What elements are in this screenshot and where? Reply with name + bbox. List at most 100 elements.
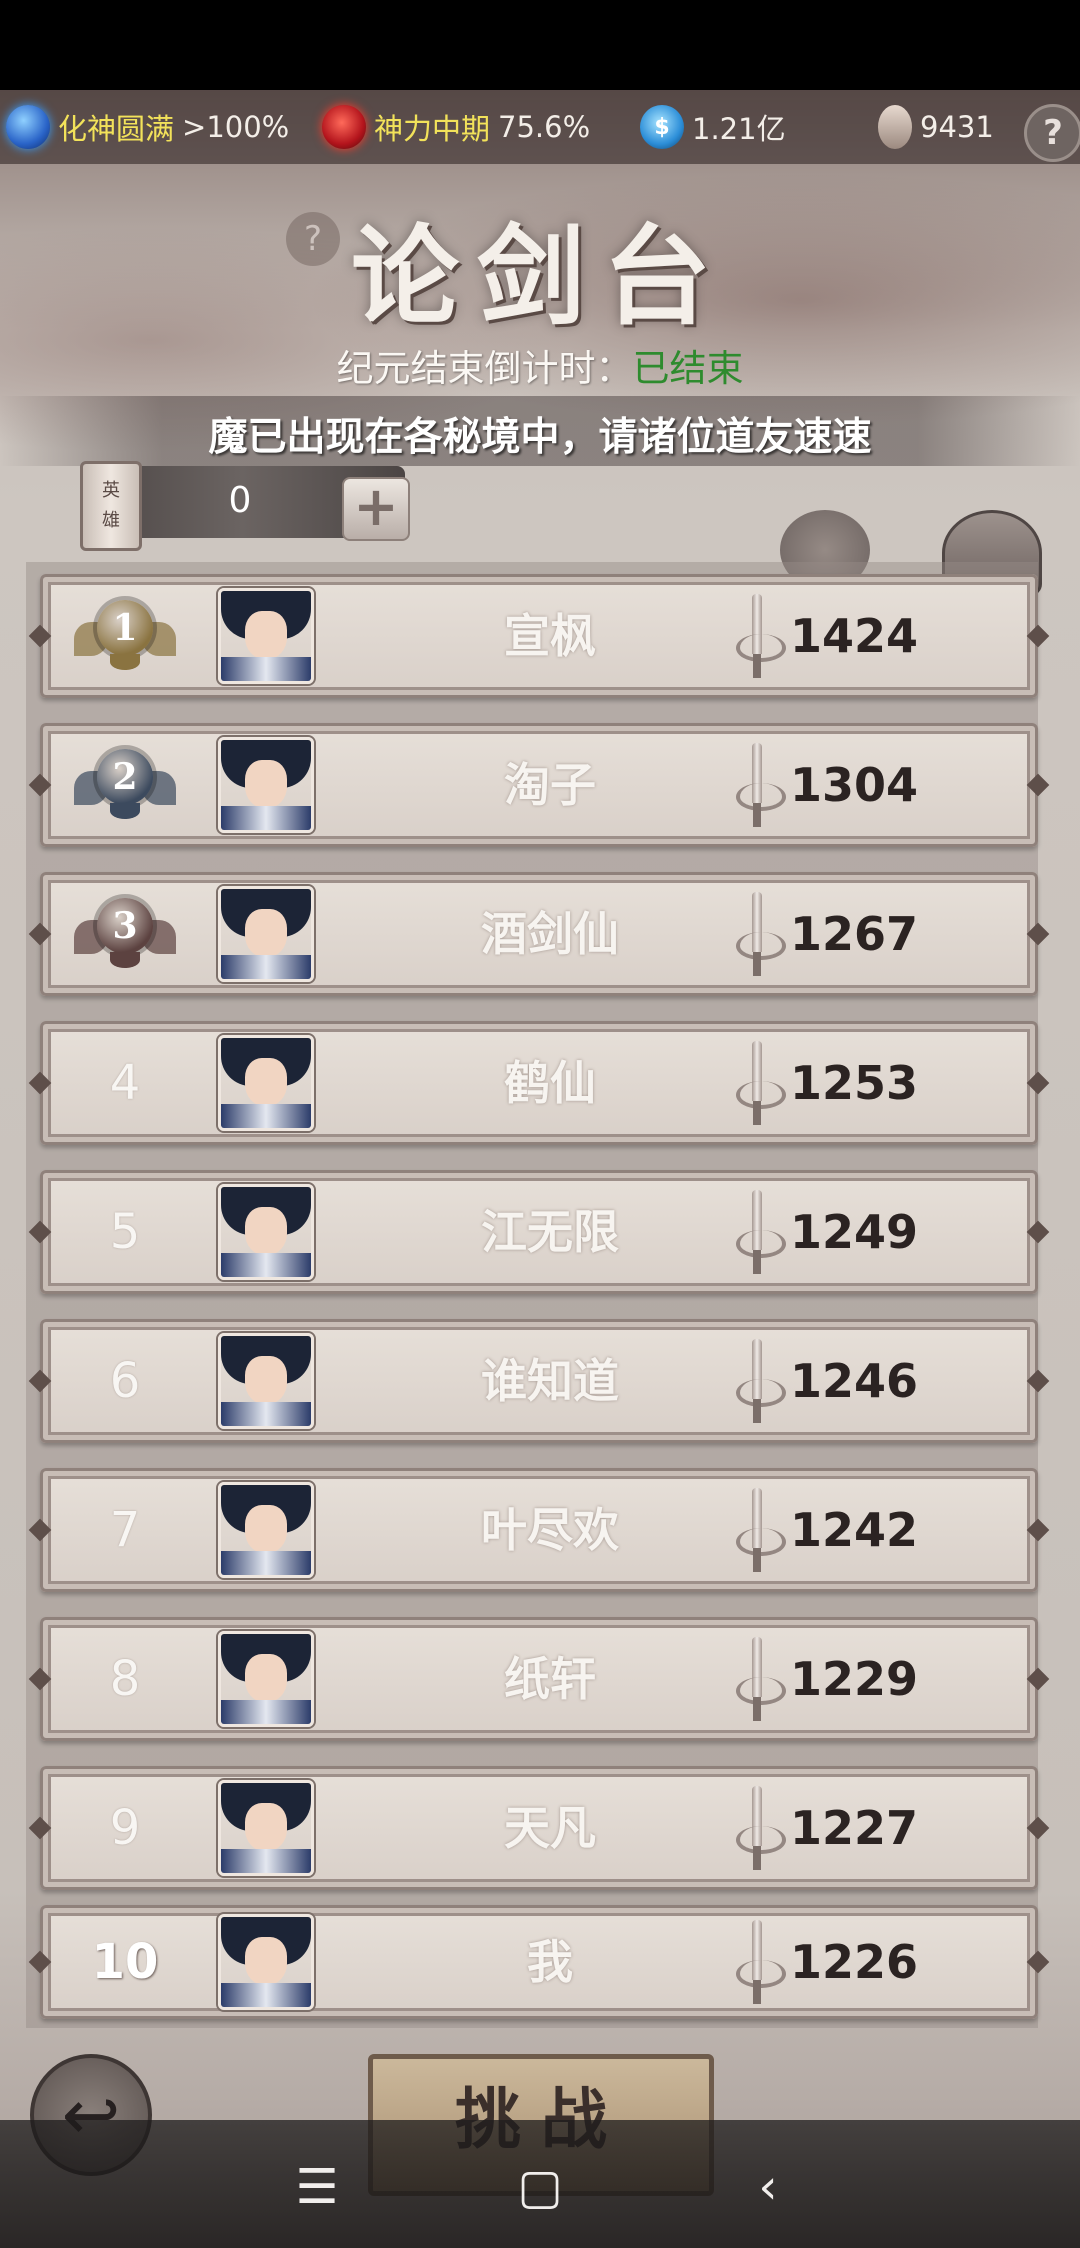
ranking-row[interactable]: 4 鹤仙 1253: [40, 1021, 1038, 1145]
sword-guard: [736, 1528, 786, 1556]
rank-medal-icon: 2: [72, 741, 178, 829]
player-avatar[interactable]: [218, 588, 314, 684]
resource-bar: 化神圆满 >100% 神力中期 75.6% $ 1.21亿 9431 ?: [0, 90, 1080, 164]
rank-number: 8: [109, 1651, 141, 1707]
player-name: 淘子: [504, 758, 596, 812]
ranking-row[interactable]: 6 谁知道 1246: [40, 1319, 1038, 1443]
player-name: 江无限: [481, 1205, 619, 1259]
sword-icon: [730, 1190, 786, 1274]
player-avatar[interactable]: [218, 886, 314, 982]
player-name: 宣枫: [504, 609, 596, 663]
player-name: 纸轩: [504, 1652, 596, 1706]
player-name: 谁知道: [481, 1354, 619, 1408]
player-score: 1304: [790, 758, 919, 812]
help-button[interactable]: ?: [1024, 104, 1080, 162]
arena-screen: 化神圆满 >100% 神力中期 75.6% $ 1.21亿 9431 ? ? 论…: [0, 90, 1080, 2248]
badge-value: 9431: [920, 110, 994, 144]
rank-number: 10: [91, 1934, 159, 1990]
avatar-robe: [221, 1104, 311, 1128]
ranking-row[interactable]: 1 宣枫 1424: [40, 574, 1038, 698]
player-avatar[interactable]: [218, 1914, 314, 2010]
sword-hilt: [753, 1399, 761, 1423]
player-score: 1424: [790, 609, 919, 663]
system-status-bar: [0, 0, 1080, 90]
red-gem-icon: [322, 105, 366, 149]
sword-hilt: [753, 1548, 761, 1572]
sword-guard: [736, 634, 786, 662]
avatar-robe: [221, 657, 311, 681]
avatar-face: [245, 1356, 287, 1404]
cultivation-stat: 化神圆满 >100%: [6, 100, 289, 154]
rank-number: 5: [109, 1204, 141, 1260]
sword-hilt: [753, 1980, 761, 2004]
add-hero-button[interactable]: +: [342, 477, 410, 541]
medal-base: [110, 803, 140, 819]
ranking-row[interactable]: 7 叶尽欢 1242: [40, 1468, 1038, 1592]
ranking-row[interactable]: 9 天凡 1227: [40, 1766, 1038, 1890]
sword-guard: [736, 1677, 786, 1705]
medal-base: [110, 654, 140, 670]
home-icon[interactable]: ▢: [505, 2152, 575, 2222]
avatar-face: [245, 909, 287, 957]
avatar-robe: [221, 1253, 311, 1277]
player-score: 1246: [790, 1354, 919, 1408]
cultivation-label: 化神圆满: [58, 112, 175, 146]
player-avatar[interactable]: [218, 1184, 314, 1280]
medal-number: 2: [97, 749, 153, 805]
avatar-face: [245, 1937, 287, 1985]
rank-number: 6: [109, 1353, 141, 1409]
player-avatar[interactable]: [218, 1780, 314, 1876]
ranking-row[interactable]: 8 纸轩 1229: [40, 1617, 1038, 1741]
player-name: 叶尽欢: [481, 1503, 619, 1557]
avatar-robe: [221, 806, 311, 830]
spirit-stone-value: 1.21亿: [692, 112, 786, 146]
avatar-robe: [221, 1551, 311, 1575]
divine-power-label: 神力中期: [374, 112, 491, 146]
avatar-robe: [221, 1402, 311, 1426]
player-avatar[interactable]: [218, 1333, 314, 1429]
medal-number: 3: [97, 898, 153, 954]
rank-medal-icon: 3: [72, 890, 178, 978]
ranking-row[interactable]: 10 我 1226: [40, 1905, 1038, 2019]
avatar-face: [245, 1207, 287, 1255]
avatar-robe: [221, 1983, 311, 2007]
sword-icon: [730, 1637, 786, 1721]
sword-hilt: [753, 654, 761, 678]
rank-number: 4: [109, 1055, 141, 1111]
player-name: 酒剑仙: [481, 907, 619, 961]
player-score: 1253: [790, 1056, 919, 1110]
sword-icon: [730, 1339, 786, 1423]
scroll-char-1: 英: [102, 480, 120, 501]
avatar-face: [245, 1505, 287, 1553]
divine-power-value: 75.6%: [498, 110, 591, 144]
spirit-stone-stat: $ 1.21亿: [640, 100, 786, 154]
sword-icon: [730, 594, 786, 678]
back-nav-icon[interactable]: ‹: [733, 2152, 803, 2222]
ranking-row[interactable]: 3 酒剑仙 1267: [40, 872, 1038, 996]
medal-base: [110, 952, 140, 968]
ranking-row[interactable]: 5 江无限 1249: [40, 1170, 1038, 1294]
crystal-icon: $: [640, 105, 684, 149]
menu-icon[interactable]: ☰: [282, 2152, 352, 2222]
sword-guard: [736, 1960, 786, 1988]
player-name: 天凡: [504, 1801, 596, 1855]
sword-guard: [736, 1230, 786, 1258]
player-avatar[interactable]: [218, 1482, 314, 1578]
rank-medal-icon: 1: [72, 592, 178, 680]
system-nav-bar: ☰ ▢ ‹: [0, 2120, 1080, 2248]
sword-icon: [730, 1786, 786, 1870]
badge-icon: [878, 105, 912, 149]
avatar-face: [245, 760, 287, 808]
rank-number: 9: [109, 1800, 141, 1856]
avatar-robe: [221, 1849, 311, 1873]
player-avatar[interactable]: [218, 1631, 314, 1727]
player-score: 1226: [790, 1935, 919, 1989]
player-avatar[interactable]: [218, 737, 314, 833]
sword-icon: [730, 743, 786, 827]
player-avatar[interactable]: [218, 1035, 314, 1131]
hero-scroll-icon: 英 雄: [80, 461, 142, 551]
ranking-row[interactable]: 2 淘子 1304: [40, 723, 1038, 847]
player-score: 1267: [790, 907, 919, 961]
countdown-status: 已结束: [632, 347, 744, 390]
page-title: 论剑台: [350, 214, 729, 340]
